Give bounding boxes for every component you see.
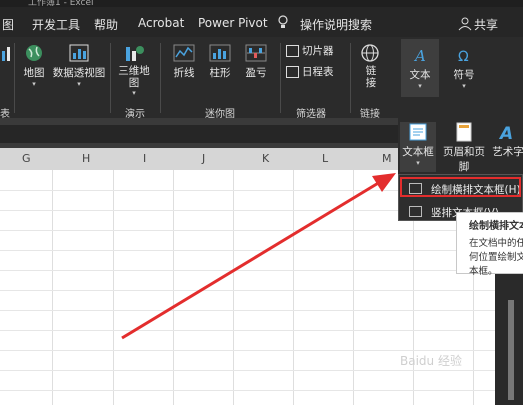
annotation-arrow [121,173,396,340]
watermark: Baidu 经验 [400,354,462,368]
